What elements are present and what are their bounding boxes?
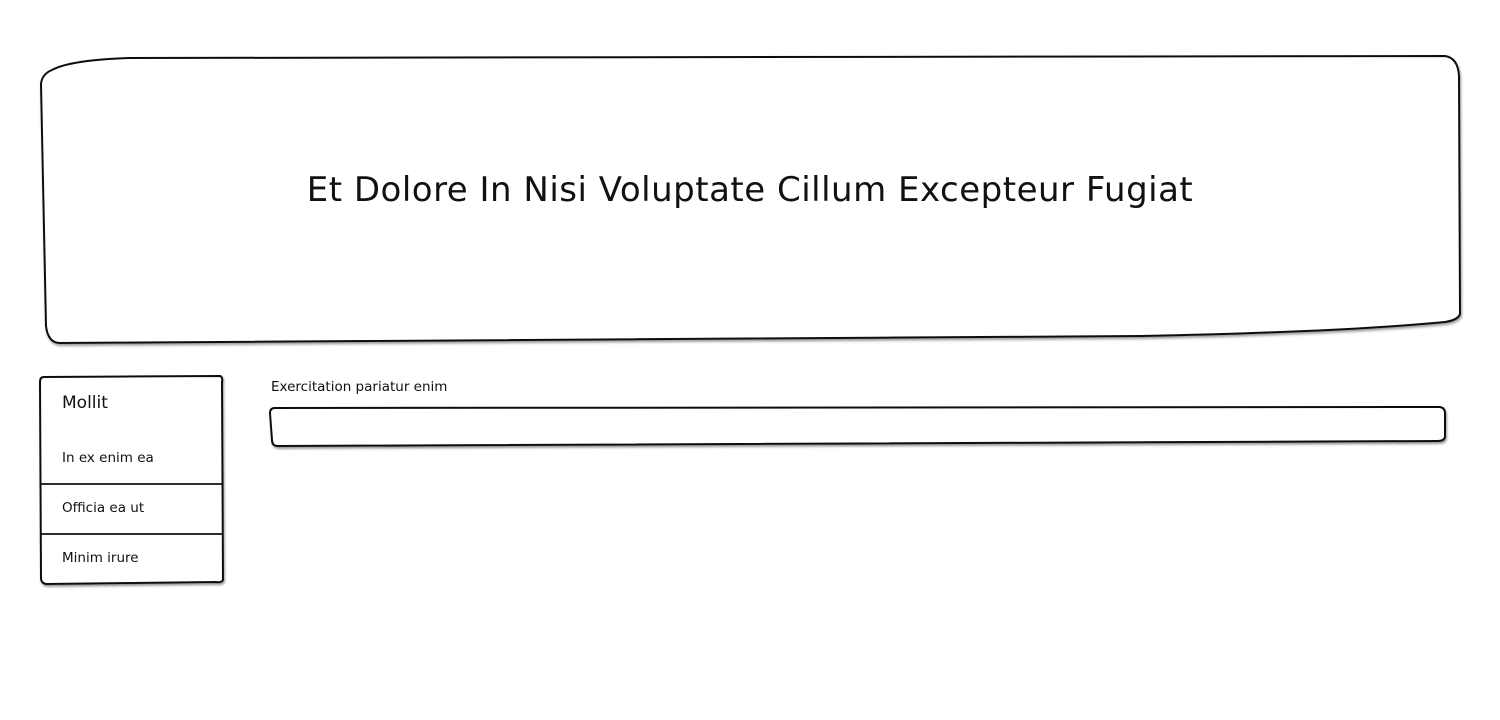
sidebar-item-officia-ea-ut[interactable]: Officia ea ut (40, 484, 223, 534)
field-label: Exercitation pariatur enim (271, 379, 448, 395)
hero-banner: Et Dolore In Nisi Voluptate Cillum Excep… (39, 54, 1462, 345)
page: Et Dolore In Nisi Voluptate Cillum Excep… (0, 0, 1500, 720)
sidebar-item-label: In ex enim ea (62, 450, 154, 466)
sidebar-item-label: Minim irure (62, 550, 139, 566)
sidebar-item-minim-irure[interactable]: Minim irure (40, 534, 223, 584)
sidebar-item-label: Officia ea ut (62, 500, 145, 516)
sidebar-heading: Mollit (62, 393, 108, 413)
sidebar-menu: Mollit In ex enim ea Officia ea ut Minim… (38, 374, 225, 586)
sidebar-item-in-ex-enim-ea[interactable]: In ex enim ea (40, 434, 223, 484)
text-field-container (268, 405, 1446, 448)
page-title: Et Dolore In Nisi Voluptate Cillum Excep… (306, 170, 1194, 210)
text-input[interactable] (276, 411, 1438, 441)
